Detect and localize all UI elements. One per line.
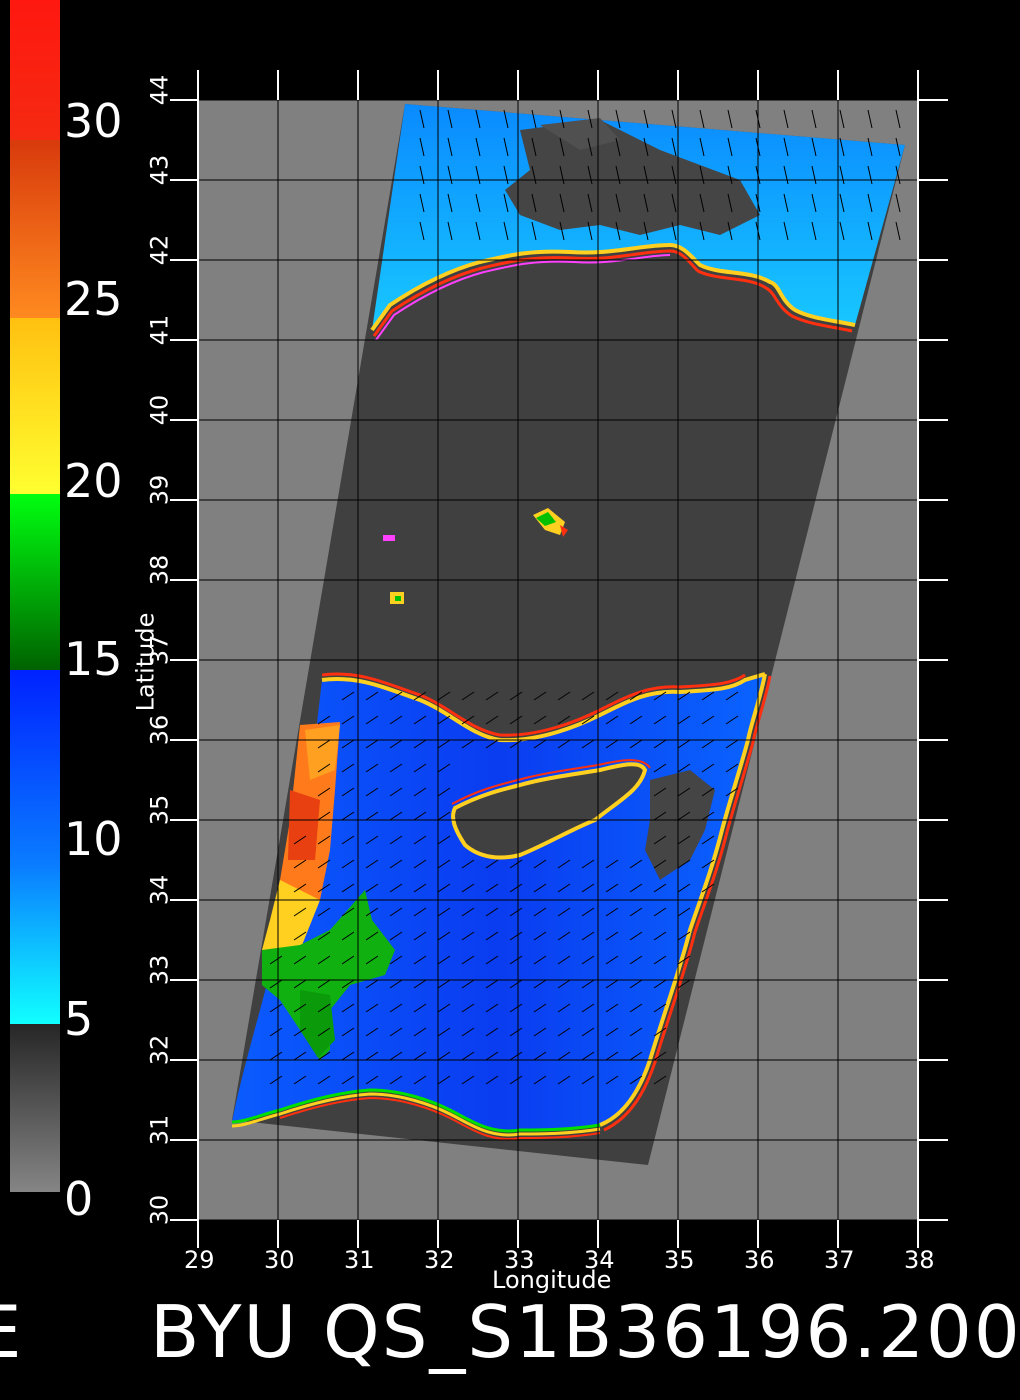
y-tick-label: 40 <box>145 394 174 426</box>
map-figure: 30 25 20 15 10 5 0 29 30 31 32 33 34 35 … <box>0 0 1020 1400</box>
y-tick-label: 36 <box>145 714 174 746</box>
x-tick-label: 32 <box>424 1246 455 1274</box>
y-tick-label: 43 <box>145 154 174 186</box>
y-tick-label: 44 <box>145 74 174 106</box>
y-tick-label: 32 <box>145 1034 174 1066</box>
x-tick-label: 38 <box>904 1246 935 1274</box>
x-tick-label: 36 <box>744 1246 775 1274</box>
y-tick-label: 33 <box>145 954 174 986</box>
x-tick-label: 30 <box>264 1246 295 1274</box>
y-tick-label: 34 <box>145 874 174 906</box>
y-tick-label: 38 <box>145 554 174 586</box>
y-tick-label: 41 <box>145 314 174 346</box>
y-tick-label: 35 <box>145 794 174 826</box>
y-axis-title: Latitude <box>131 612 160 712</box>
y-tick-label: 39 <box>145 474 174 506</box>
x-tick-label: 37 <box>824 1246 855 1274</box>
y-tick-label: 42 <box>145 234 174 266</box>
y-tick-label: 31 <box>145 1114 174 1146</box>
footer-title: BYU QS_S1B36196.200 <box>150 1290 1020 1374</box>
x-tick-label: 31 <box>344 1246 375 1274</box>
x-tick-label: 35 <box>664 1246 695 1274</box>
x-tick-label: 29 <box>184 1246 215 1274</box>
footer-left-fragment: E <box>0 1290 40 1374</box>
y-tick-label: 30 <box>145 1194 174 1226</box>
